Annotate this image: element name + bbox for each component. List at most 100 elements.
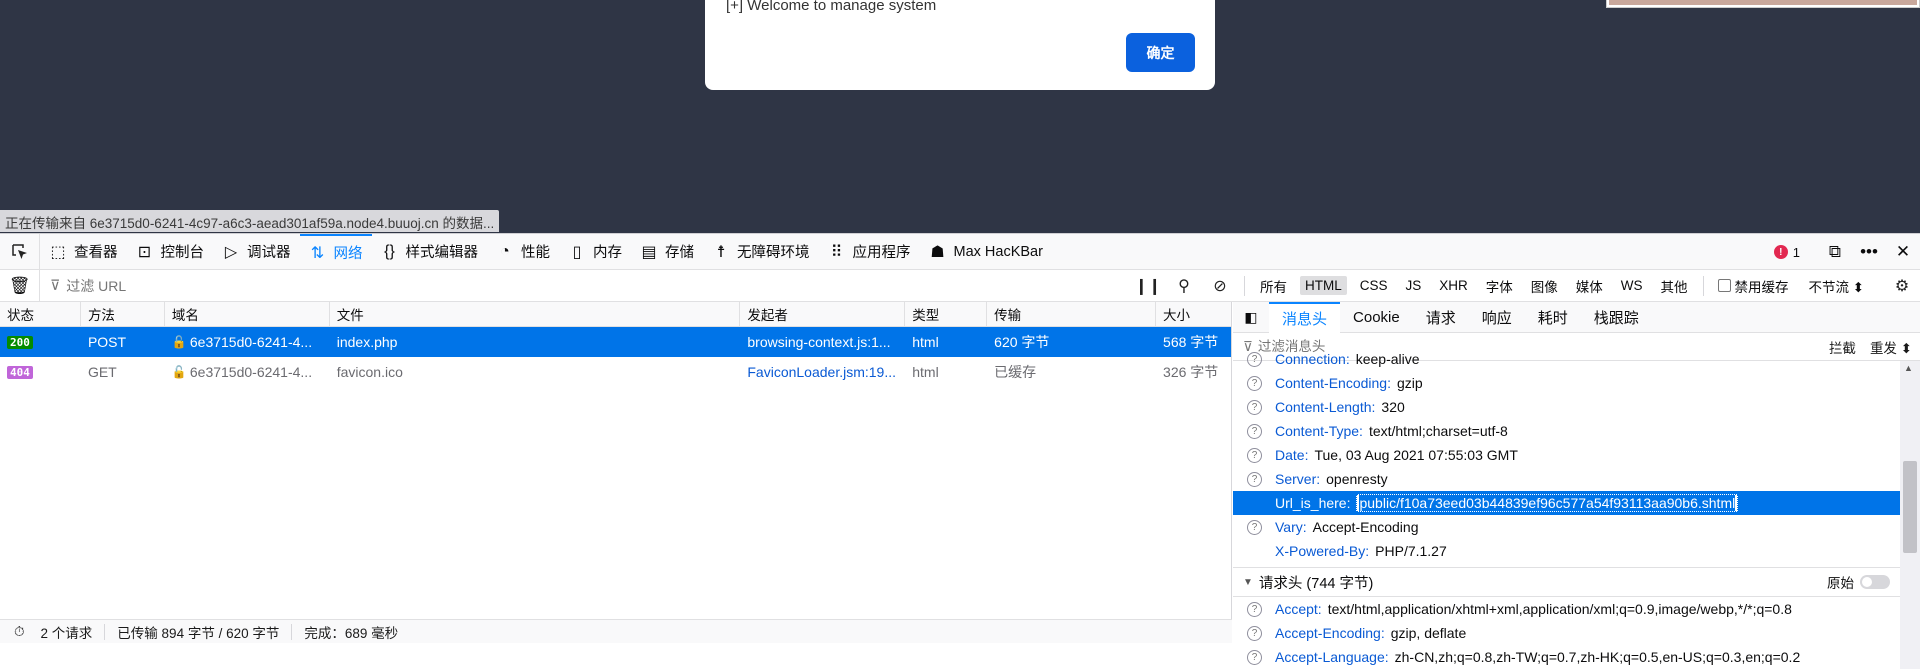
header-row[interactable]: ? Accept: text/html,application/xhtml+xml,… <box>1233 597 1920 621</box>
header-row[interactable]: ? Accept-Language: zh-CN,zh;q=0.8,zh-TW;q=… <box>1233 645 1920 669</box>
help-icon[interactable]: ? <box>1247 519 1262 535</box>
tab-accessibility[interactable]: ☨ 无障碍环境 <box>703 234 819 270</box>
help-icon[interactable]: ? <box>1247 447 1262 463</box>
block-icon[interactable]: ⊘ <box>1202 276 1238 296</box>
initiator-link[interactable]: browsing-context.js:1... <box>747 334 890 350</box>
column-header-method[interactable]: 方法 <box>81 302 165 326</box>
error-count-badge[interactable]: ! 1 <box>1773 245 1800 260</box>
tab-performance[interactable]: ◔ 性能 <box>487 234 559 270</box>
type-filter-css[interactable]: CSS <box>1355 276 1393 295</box>
disable-cache-checkbox[interactable]: 禁用缓存 <box>1717 276 1789 296</box>
tab-timings[interactable]: 耗时 <box>1525 302 1581 333</box>
column-header-transferred[interactable]: 传输 <box>987 302 1157 326</box>
tab-memory[interactable]: ▯ 内存 <box>559 234 631 270</box>
header-row[interactable]: ? Content-Type: text/html;charset=utf-8 <box>1233 419 1920 443</box>
timer-icon: ⏱ <box>14 623 25 639</box>
column-header-domain[interactable]: 域名 <box>165 302 330 326</box>
header-value-selected[interactable]: public/f10a73eed03b44839ef96c577a54f9311… <box>1356 494 1739 512</box>
more-options-icon[interactable]: ••• <box>1852 242 1886 262</box>
tab-storage[interactable]: ▤ 存储 <box>631 234 703 270</box>
scrollbar-thumb[interactable] <box>1903 461 1917 553</box>
divider <box>291 623 293 640</box>
header-row[interactable]: ? Server: openresty <box>1233 467 1920 491</box>
tab-application[interactable]: ⠿ 应用程序 <box>819 234 920 270</box>
help-icon[interactable]: ? <box>1247 649 1262 665</box>
help-icon[interactable]: ? <box>1247 601 1262 617</box>
header-row[interactable]: ? Vary: Accept-Encoding <box>1233 515 1920 539</box>
help-icon[interactable]: ? <box>1247 375 1262 391</box>
tab-headers[interactable]: 消息头 <box>1269 302 1341 333</box>
search-icon[interactable]: ⚲ <box>1166 276 1202 296</box>
column-header-initiator[interactable]: 发起者 <box>740 302 906 326</box>
header-row-selected[interactable]: Url_is_here: public/f10a73eed03b44839ef96… <box>1233 491 1920 515</box>
gear-icon[interactable]: ⚙ <box>1884 276 1920 296</box>
header-row[interactable]: ? Connection: keep-alive <box>1233 347 1920 371</box>
url-filter-input[interactable] <box>66 277 967 294</box>
response-headers-list: ? Connection: keep-alive ? Content-Encoding… <box>1233 347 1920 563</box>
type-filter-xhr[interactable]: XHR <box>1434 276 1473 295</box>
type-filter-media[interactable]: 媒体 <box>1571 274 1608 298</box>
element-picker-icon[interactable] <box>0 233 40 270</box>
toggle-switch[interactable] <box>1860 575 1890 589</box>
close-icon[interactable]: ✕ <box>1886 242 1920 262</box>
tab-cookies[interactable]: Cookie <box>1340 302 1413 333</box>
type-filter-all[interactable]: 所有 <box>1255 274 1292 298</box>
type-filter-fonts[interactable]: 字体 <box>1481 274 1518 298</box>
type-filter-js[interactable]: JS <box>1401 276 1427 295</box>
column-header-size[interactable]: 大小 <box>1156 302 1231 326</box>
table-row[interactable]: 404 GET 🔓 6e3715d0-6241-4... favicon.ico … <box>0 357 1231 387</box>
header-row[interactable]: ? Date: Tue, 03 Aug 2021 07:55:03 GMT <box>1233 443 1920 467</box>
checkbox-box[interactable] <box>1717 279 1731 292</box>
tab-hackbar[interactable]: ☗ Max HacKBar <box>920 234 1052 270</box>
header-value: openresty <box>1326 471 1388 487</box>
header-row[interactable]: ? Content-Length: 320 <box>1233 395 1920 419</box>
column-header-status[interactable]: 状态 <box>0 302 81 326</box>
help-icon[interactable]: ? <box>1247 351 1262 367</box>
performance-icon: ◔ <box>500 242 510 260</box>
request-count: 2 个请求 <box>40 625 93 641</box>
dialog-ok-button[interactable]: 确定 <box>1126 33 1195 72</box>
tab-label: 样式编辑器 <box>405 245 479 261</box>
domain-cell: 🔓 6e3715d0-6241-4... <box>165 327 330 357</box>
trash-icon[interactable]: 🗑 <box>0 269 40 302</box>
request-headers-section[interactable]: ▼ 请求头 (744 字节) 原始 <box>1233 567 1920 597</box>
tab-style-editor[interactable]: {} 样式编辑器 <box>372 234 488 270</box>
help-icon[interactable]: ? <box>1247 399 1262 415</box>
type-filter-images[interactable]: 图像 <box>1526 274 1563 298</box>
expand-triangle-icon[interactable]: ▼ <box>1243 577 1253 588</box>
initiator-link[interactable]: FaviconLoader.jsm:19... <box>747 364 896 380</box>
pause-icon[interactable]: ❙❙ <box>1130 276 1166 296</box>
divider <box>1702 275 1704 296</box>
tab-stack-trace[interactable]: 栈跟踪 <box>1581 302 1652 333</box>
tab-inspector[interactable]: ⬚ 查看器 <box>40 234 127 270</box>
header-row[interactable]: X-Powered-By: PHP/7.1.27 <box>1233 539 1920 563</box>
header-row[interactable]: ? Accept-Encoding: gzip, deflate <box>1233 621 1920 645</box>
disable-cache-label: 禁用缓存 <box>1734 279 1789 295</box>
dock-side-icon[interactable]: ⧉ <box>1818 242 1852 262</box>
tab-network[interactable]: ⇅ 网络 <box>299 233 372 270</box>
help-icon[interactable]: ? <box>1247 471 1262 487</box>
transferred-summary: 已传输 894 字节 / 620 字节 <box>117 625 280 641</box>
tab-request[interactable]: 请求 <box>1413 302 1469 333</box>
column-header-type[interactable]: 类型 <box>905 302 988 326</box>
type-filter-html[interactable]: HTML <box>1300 276 1347 295</box>
table-row[interactable]: 200 POST 🔓 6e3715d0-6241-4... index.php b… <box>0 327 1231 357</box>
tab-console[interactable]: ⊡ 控制台 <box>127 234 214 270</box>
toggle-sidebar-icon[interactable]: ◧ <box>1233 309 1269 326</box>
header-name: Connection: <box>1275 351 1350 367</box>
header-row[interactable]: ? Content-Encoding: gzip <box>1233 371 1920 395</box>
column-header-file[interactable]: 文件 <box>330 302 741 326</box>
type-filter-other[interactable]: 其他 <box>1656 274 1693 298</box>
raw-toggle[interactable]: 原始 <box>1827 572 1890 592</box>
initiator-cell[interactable]: FaviconLoader.jsm:19... <box>740 357 905 387</box>
scrollbar[interactable]: ▲ <box>1900 361 1920 669</box>
help-icon[interactable]: ? <box>1247 625 1262 641</box>
initiator-cell[interactable]: browsing-context.js:1... <box>740 327 905 357</box>
throttle-select[interactable]: 不节流 ⬍ <box>1809 276 1865 296</box>
type-filter-ws[interactable]: WS <box>1616 276 1648 295</box>
tab-debugger[interactable]: ▷ 调试器 <box>213 234 300 270</box>
scroll-up-icon[interactable]: ▲ <box>1904 363 1913 373</box>
help-icon[interactable]: ? <box>1247 423 1262 439</box>
tab-response[interactable]: 响应 <box>1469 302 1525 333</box>
domain-text: 6e3715d0-6241-4... <box>189 334 313 350</box>
